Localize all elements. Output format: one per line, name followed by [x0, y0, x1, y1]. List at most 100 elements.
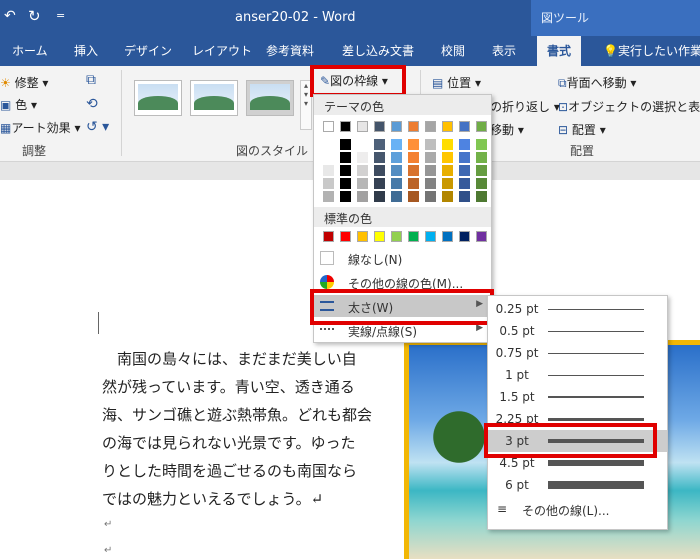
tab-review[interactable]: 校閲: [441, 42, 465, 59]
theme-shade-swatch[interactable]: [374, 139, 385, 150]
theme-shade-swatch[interactable]: [391, 139, 402, 150]
theme-shade-swatch[interactable]: [323, 178, 334, 189]
theme-shade-swatch[interactable]: [476, 191, 487, 202]
theme-shade-swatch[interactable]: [476, 139, 487, 150]
tab-mailings[interactable]: 差し込み文書: [342, 42, 414, 59]
theme-shade-swatch[interactable]: [374, 178, 385, 189]
standard-color-swatch[interactable]: [425, 231, 436, 242]
reset-picture-icon[interactable]: ↺ ▾: [86, 119, 109, 135]
theme-color-swatch[interactable]: [459, 121, 470, 132]
theme-color-swatch[interactable]: [357, 121, 368, 132]
standard-color-swatch[interactable]: [459, 231, 470, 242]
theme-shade-swatch[interactable]: [391, 178, 402, 189]
theme-shade-swatch[interactable]: [476, 152, 487, 163]
undo-icon[interactable]: ↶: [4, 8, 16, 24]
theme-shade-swatch[interactable]: [408, 152, 419, 163]
weight-option[interactable]: 1 pt: [488, 364, 667, 386]
theme-color-swatch[interactable]: [442, 121, 453, 132]
bring-forward-button[interactable]: 移動 ▾: [490, 121, 524, 138]
theme-shade-swatch[interactable]: [425, 165, 436, 176]
body-paragraph[interactable]: 南国の島々には、まだまだ美しい自 然が残っています。青い空、透き通る 海、サンゴ…: [102, 345, 402, 513]
change-picture-icon[interactable]: ⟲: [86, 96, 98, 112]
theme-shade-swatch[interactable]: [408, 178, 419, 189]
theme-shade-swatch[interactable]: [323, 165, 334, 176]
theme-shade-swatch[interactable]: [340, 191, 351, 202]
theme-color-swatch[interactable]: [476, 121, 487, 132]
theme-shade-swatch[interactable]: [425, 178, 436, 189]
theme-color-swatch[interactable]: [340, 121, 351, 132]
theme-shade-swatch[interactable]: [442, 152, 453, 163]
theme-shade-swatch[interactable]: [459, 165, 470, 176]
align-button[interactable]: ⊟ 配置 ▾: [558, 121, 606, 138]
standard-color-swatch[interactable]: [476, 231, 487, 242]
theme-shade-swatch[interactable]: [357, 191, 368, 202]
theme-shade-swatch[interactable]: [442, 178, 453, 189]
theme-shade-swatch[interactable]: [425, 152, 436, 163]
style-thumbnail-selected[interactable]: [246, 80, 294, 116]
theme-shade-swatch[interactable]: [374, 165, 385, 176]
theme-color-swatch[interactable]: [323, 121, 334, 132]
standard-color-swatch[interactable]: [323, 231, 334, 242]
style-thumbnail[interactable]: [134, 80, 182, 116]
theme-shade-swatch[interactable]: [357, 165, 368, 176]
selection-pane-button[interactable]: ⊡オブジェクトの選択と表示: [558, 98, 700, 115]
weight-option[interactable]: 6 pt: [488, 474, 667, 496]
theme-color-swatch[interactable]: [408, 121, 419, 132]
weight-option[interactable]: 0.25 pt: [488, 298, 667, 320]
theme-shade-swatch[interactable]: [442, 191, 453, 202]
tab-view[interactable]: 表示: [492, 42, 516, 59]
tab-format[interactable]: 書式: [537, 36, 582, 66]
theme-color-swatch[interactable]: [374, 121, 385, 132]
theme-shade-swatch[interactable]: [476, 178, 487, 189]
theme-shade-swatch[interactable]: [340, 165, 351, 176]
tab-insert[interactable]: 挿入: [74, 42, 98, 59]
theme-shade-swatch[interactable]: [323, 139, 334, 150]
standard-color-swatch[interactable]: [408, 231, 419, 242]
theme-color-swatch[interactable]: [425, 121, 436, 132]
tab-references[interactable]: 参考資料: [266, 42, 314, 59]
theme-shade-swatch[interactable]: [425, 139, 436, 150]
color-button[interactable]: ▣ 色 ▾: [0, 96, 37, 113]
artistic-effects-button[interactable]: ▦アート効果 ▾: [0, 119, 80, 136]
corrections-button[interactable]: ☀ 修整 ▾: [0, 74, 48, 91]
theme-shade-swatch[interactable]: [391, 165, 402, 176]
standard-color-swatch[interactable]: [357, 231, 368, 242]
theme-shade-swatch[interactable]: [323, 191, 334, 202]
theme-shade-swatch[interactable]: [408, 139, 419, 150]
theme-shade-swatch[interactable]: [340, 152, 351, 163]
quick-access-customize[interactable]: =: [56, 9, 65, 22]
theme-shade-swatch[interactable]: [459, 139, 470, 150]
weight-option[interactable]: 0.5 pt: [488, 320, 667, 342]
weight-option[interactable]: 1.5 pt: [488, 386, 667, 408]
theme-shade-swatch[interactable]: [374, 191, 385, 202]
standard-color-swatch[interactable]: [340, 231, 351, 242]
theme-shade-swatch[interactable]: [459, 191, 470, 202]
tab-home[interactable]: ホーム: [12, 42, 48, 59]
theme-shade-swatch[interactable]: [442, 165, 453, 176]
compress-icon[interactable]: ⧉: [86, 72, 96, 88]
tell-me-box[interactable]: 💡実行したい作業を: [603, 42, 700, 59]
standard-color-swatch[interactable]: [442, 231, 453, 242]
tab-layout[interactable]: レイアウト: [192, 42, 252, 59]
style-thumbnail[interactable]: [190, 80, 238, 116]
more-lines-item[interactable]: ≡ その他の線(L)...: [488, 498, 667, 520]
theme-shade-swatch[interactable]: [408, 191, 419, 202]
redo-icon[interactable]: ↻: [28, 7, 41, 25]
theme-shade-swatch[interactable]: [357, 152, 368, 163]
theme-color-swatch[interactable]: [391, 121, 402, 132]
weight-option[interactable]: 0.75 pt: [488, 342, 667, 364]
theme-shade-swatch[interactable]: [459, 178, 470, 189]
theme-shade-swatch[interactable]: [391, 152, 402, 163]
theme-shade-swatch[interactable]: [459, 152, 470, 163]
standard-color-swatch[interactable]: [391, 231, 402, 242]
send-backward-button[interactable]: ⧉背面へ移動 ▾: [558, 74, 636, 91]
theme-shade-swatch[interactable]: [476, 165, 487, 176]
position-button[interactable]: ▤ 位置 ▾: [432, 74, 481, 91]
theme-shade-swatch[interactable]: [340, 139, 351, 150]
theme-shade-swatch[interactable]: [374, 152, 385, 163]
theme-shade-swatch[interactable]: [357, 178, 368, 189]
theme-shade-swatch[interactable]: [340, 178, 351, 189]
no-line-item[interactable]: 線なし(N): [314, 247, 491, 269]
theme-shade-swatch[interactable]: [323, 152, 334, 163]
theme-shade-swatch[interactable]: [442, 139, 453, 150]
